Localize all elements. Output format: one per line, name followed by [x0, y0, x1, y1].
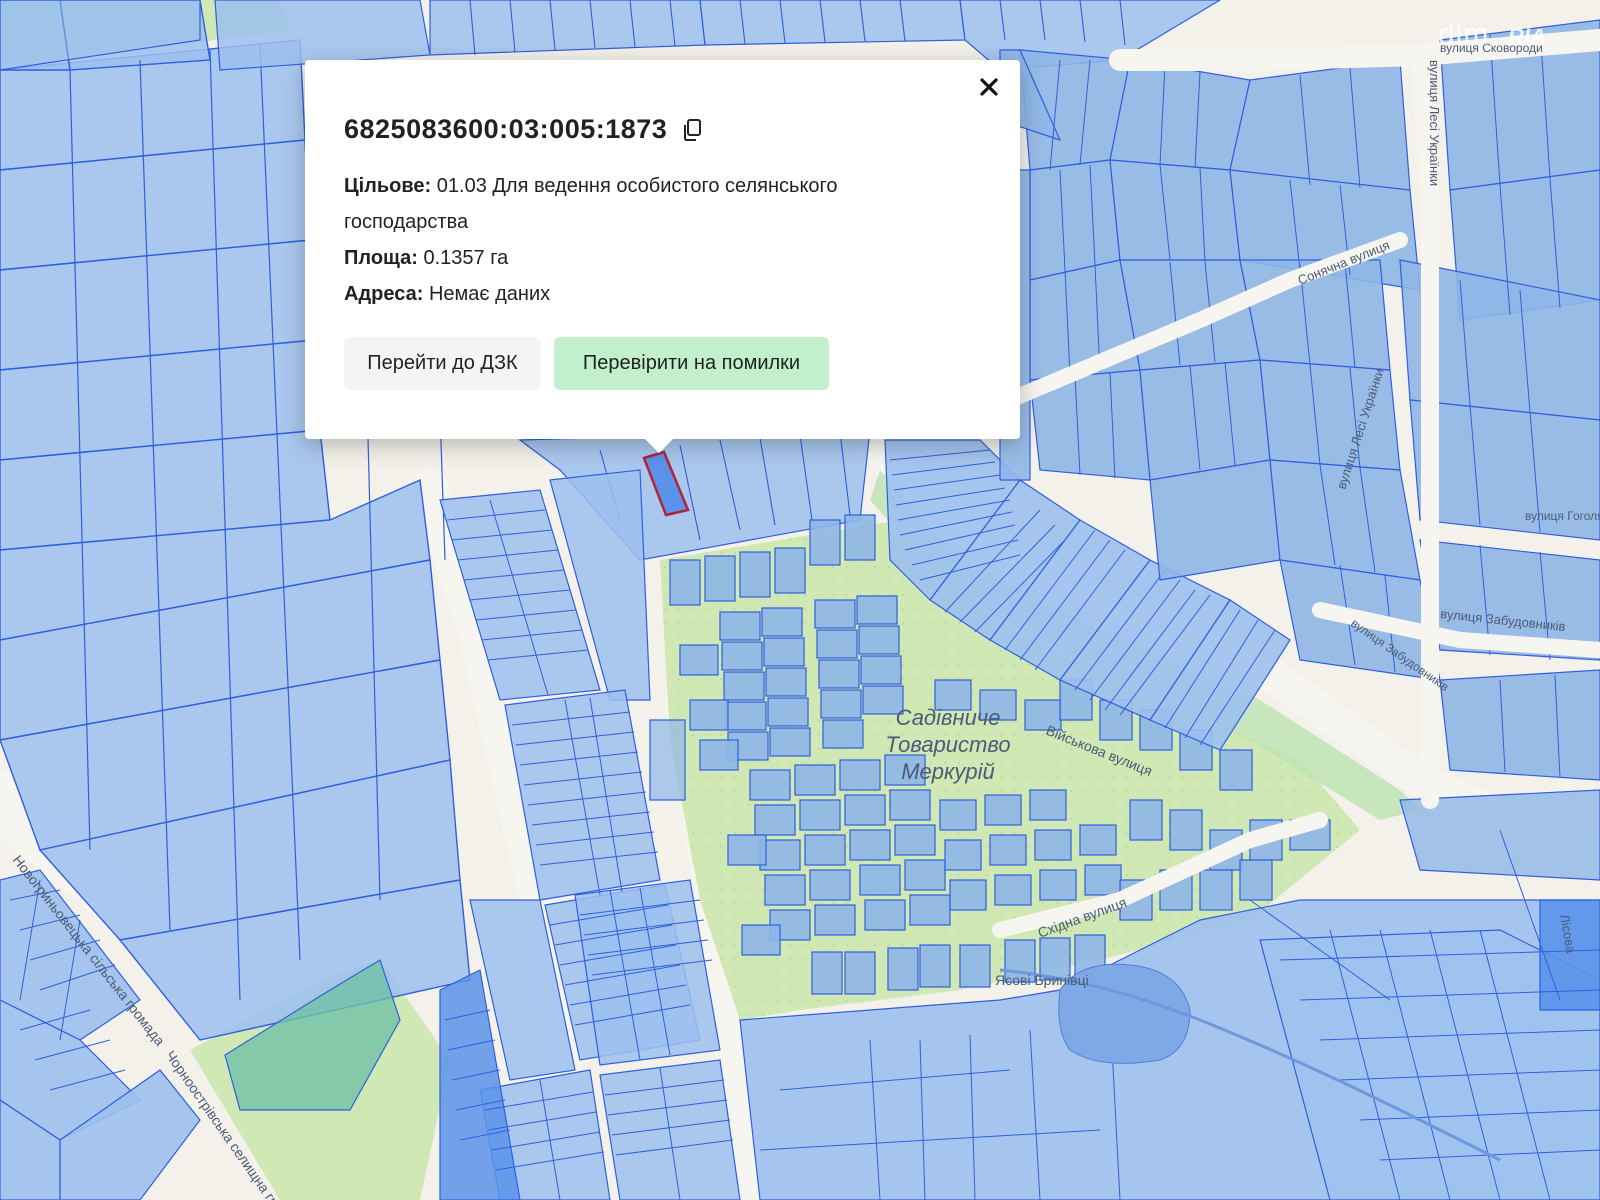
area-value: 0.1357 га [423, 247, 509, 269]
dimria-watermark: dim RIA [1424, 14, 1560, 54]
street-right-edge-label: вулиця Гоголя [1525, 509, 1600, 523]
street-lesi-label-1: вулиця Лесі Українки [1427, 60, 1442, 186]
address-value: Немає даних [428, 283, 551, 305]
copy-icon[interactable] [681, 118, 705, 142]
street-ash-label: Ясові Бринівці [995, 972, 1089, 988]
garden-society-label-1: Садівниче [896, 705, 1001, 730]
parcel-details: Цільове: 01.03 Для ведення особистого се… [344, 168, 964, 312]
area-label: Площа: [344, 247, 418, 269]
purpose-row: Цільове: 01.03 Для ведення особистого се… [344, 168, 964, 240]
close-icon[interactable] [974, 72, 1004, 102]
area-row: Площа: 0.1357 га [344, 240, 964, 276]
cadastral-number: 6825083600:03:005:1873 [344, 114, 668, 144]
check-errors-button[interactable]: Перевірити на помилки [554, 337, 829, 390]
garden-society-label-3: Меркурій [901, 759, 995, 784]
garden-society-label-2: Товариство [885, 732, 1010, 757]
watermark-brand-2: RIA [1508, 24, 1546, 49]
purpose-label: Цільове: [344, 175, 432, 197]
watermark-brand-1: dim [1438, 18, 1490, 51]
parcel-header: 6825083600:03:005:1873 [344, 114, 705, 145]
parcel-info-popup: 6825083600:03:005:1873 Цільове: 01.03 Дл… [305, 60, 1020, 453]
address-row: Адреса: Немає даних [344, 276, 964, 312]
address-label: Адреса: [344, 283, 424, 305]
go-to-dzk-button[interactable]: Перейти до ДЗК [344, 337, 541, 390]
